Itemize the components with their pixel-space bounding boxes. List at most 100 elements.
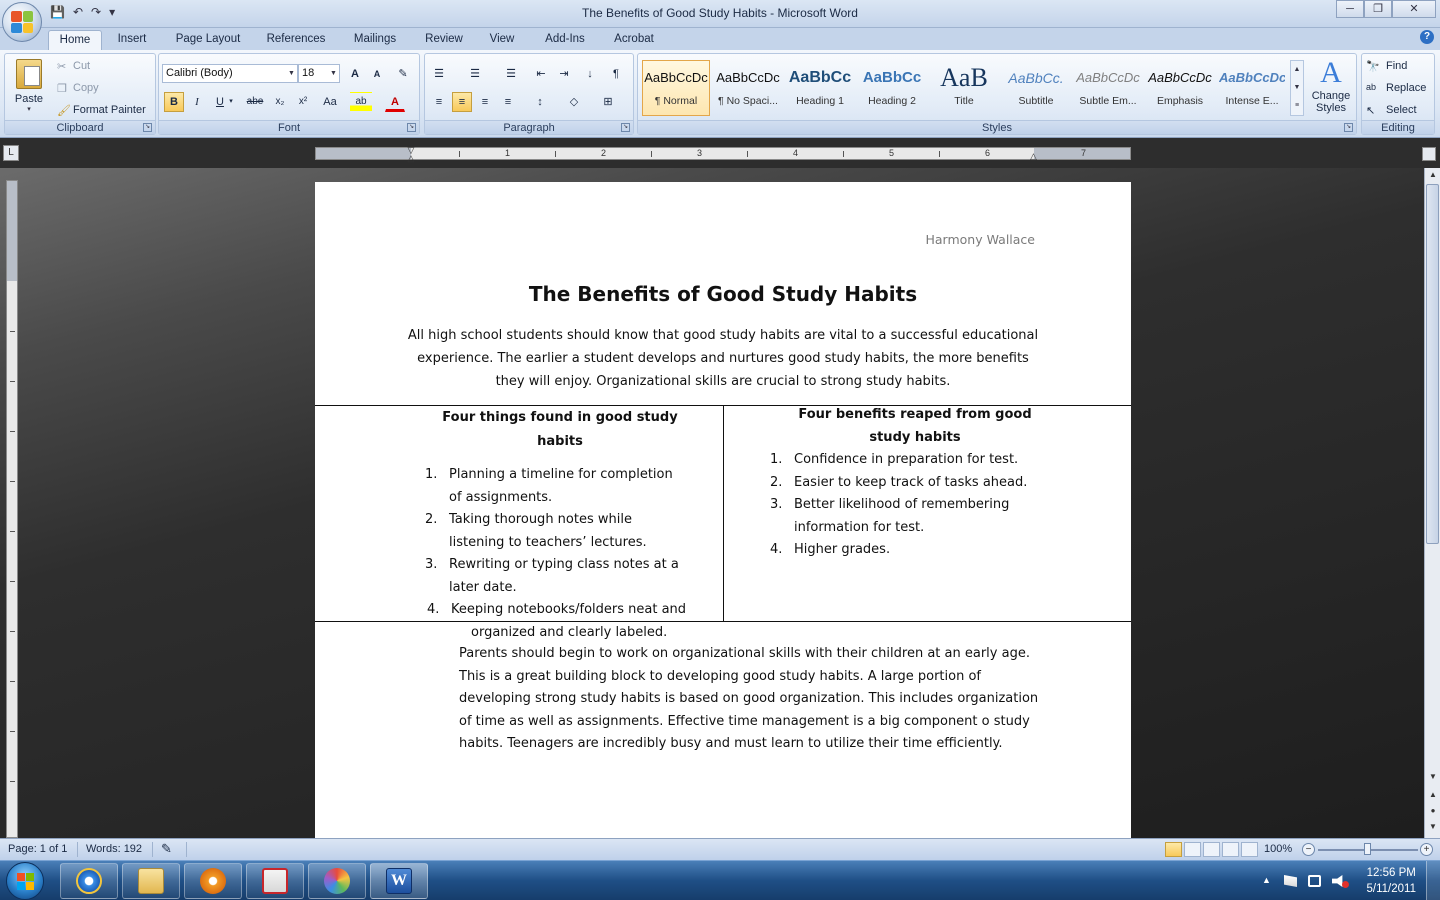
font-family-combo[interactable]: Calibri (Body) ▼ [162, 64, 298, 83]
paragraph-launcher-icon[interactable]: ↘ [621, 123, 630, 132]
find-button[interactable]: 🔭 Find [1366, 58, 1432, 76]
zoom-in-button[interactable]: + [1420, 843, 1433, 856]
change-case-button[interactable]: Aa [317, 92, 343, 112]
full-screen-reading-view-icon[interactable] [1184, 842, 1201, 857]
styles-gallery-scroll[interactable]: ▲ ▼ ≡ [1290, 60, 1304, 116]
scroll-up-icon[interactable]: ▲ [1426, 168, 1440, 182]
paste-button[interactable]: Paste ▾ [9, 57, 49, 119]
office-button[interactable] [2, 2, 42, 42]
zoom-out-button[interactable]: − [1302, 843, 1315, 856]
indent-marker-icon[interactable]: ▽ △ [406, 146, 416, 163]
vertical-ruler[interactable] [6, 180, 18, 838]
style-subtitle[interactable]: AaBbCc. Subtitle [1002, 60, 1070, 116]
font-launcher-icon[interactable]: ↘ [407, 123, 416, 132]
styles-launcher-icon[interactable]: ↘ [1344, 123, 1353, 132]
cut-button[interactable]: ✂ Cut [57, 58, 147, 76]
zoom-level[interactable]: 100% [1264, 843, 1292, 855]
clear-formatting-button[interactable]: ✎ [393, 64, 413, 84]
style-intense-emphasis[interactable]: AaBbCcDc Intense E... [1218, 60, 1286, 116]
underline-dropdown-icon[interactable]: ▾ [226, 92, 236, 112]
taskbar-word[interactable]: W [370, 863, 428, 899]
zoom-slider-thumb[interactable] [1364, 843, 1371, 855]
draft-view-icon[interactable] [1241, 842, 1258, 857]
close-button[interactable]: ✕ [1392, 0, 1436, 18]
numbering-button[interactable]: ☰ [465, 64, 485, 84]
grow-font-button[interactable]: A [345, 64, 365, 84]
bold-button[interactable]: B [164, 92, 184, 112]
format-painter-button[interactable]: 🖌 Format Painter [57, 102, 155, 120]
action-center-flag-icon[interactable] [1284, 875, 1297, 887]
borders-button[interactable]: ⊞ [595, 92, 621, 112]
tab-insert[interactable]: Insert [108, 30, 156, 50]
style-title[interactable]: AaB Title [930, 60, 998, 116]
page-count[interactable]: Page: 1 of 1 [8, 843, 67, 855]
taskbar-paint[interactable] [308, 863, 366, 899]
highlight-button[interactable]: ab [350, 92, 372, 112]
minimize-button[interactable]: ─ [1336, 0, 1364, 18]
vertical-scrollbar[interactable]: ▲ ▼ ▲ ● ▼ [1424, 168, 1440, 838]
style-normal[interactable]: AaBbCcDc ¶ Normal [642, 60, 710, 116]
gallery-down-icon[interactable]: ▼ [1291, 79, 1303, 97]
show-desktop-button[interactable] [1426, 861, 1440, 900]
right-indent-marker-icon[interactable]: △ [1030, 152, 1040, 161]
sort-button[interactable]: ↓ [580, 64, 600, 84]
style-subtle-emphasis[interactable]: AaBbCcDc Subtle Em... [1074, 60, 1142, 116]
show-hidden-icons-icon[interactable]: ▲ [1262, 875, 1275, 887]
tab-page-layout[interactable]: Page Layout [166, 30, 250, 50]
replace-button[interactable]: ab Replace [1366, 80, 1432, 98]
line-spacing-button[interactable]: ↕ [527, 92, 553, 112]
horizontal-ruler[interactable]: 1 2 3 4 5 6 7 ▽ △ △ [315, 146, 1131, 163]
tab-home[interactable]: Home [48, 30, 102, 50]
bullets-button[interactable]: ☰ [429, 64, 449, 84]
copy-button[interactable]: ❐ Copy [57, 80, 147, 98]
multilevel-list-button[interactable]: ☰ [501, 64, 521, 84]
clipboard-launcher-icon[interactable]: ↘ [143, 123, 152, 132]
tab-view[interactable]: View [480, 30, 524, 50]
decrease-indent-button[interactable]: ⇤ [531, 64, 551, 84]
previous-page-icon[interactable]: ▲ [1426, 788, 1440, 802]
taskbar-internet-explorer[interactable] [60, 863, 118, 899]
tab-review[interactable]: Review [416, 30, 472, 50]
align-center-button[interactable]: ≡ [452, 92, 472, 112]
increase-indent-button[interactable]: ⇥ [554, 64, 574, 84]
gallery-up-icon[interactable]: ▲ [1291, 61, 1303, 79]
tab-references[interactable]: References [258, 30, 334, 50]
select-button[interactable]: ↖ Select [1366, 102, 1432, 120]
outline-view-icon[interactable] [1222, 842, 1239, 857]
show-formatting-marks-button[interactable]: ¶ [606, 64, 626, 84]
taskbar-acrobat[interactable] [246, 863, 304, 899]
change-styles-button[interactable]: A Change Styles [1306, 56, 1356, 120]
align-right-button[interactable]: ≡ [475, 92, 495, 112]
taskbar-clock[interactable]: 12:56 PM 5/11/2011 [1367, 865, 1416, 897]
word-count[interactable]: Words: 192 [86, 843, 142, 855]
view-ruler-toggle-icon[interactable] [1422, 147, 1436, 161]
taskbar-explorer[interactable] [122, 863, 180, 899]
taskbar-media-player[interactable] [184, 863, 242, 899]
shrink-font-button[interactable]: A [367, 64, 387, 84]
help-icon[interactable]: ? [1420, 30, 1434, 44]
strikethrough-button[interactable]: abe [245, 92, 265, 112]
tab-mailings[interactable]: Mailings [343, 30, 407, 50]
tab-acrobat[interactable]: Acrobat [604, 30, 664, 50]
align-left-button[interactable]: ≡ [429, 92, 449, 112]
scroll-down-icon[interactable]: ▼ [1426, 770, 1440, 784]
proofing-icon[interactable]: ✎ [161, 841, 172, 857]
maximize-button[interactable]: ❐ [1364, 0, 1392, 18]
style-heading-2[interactable]: AaBbCc Heading 2 [858, 60, 926, 116]
browse-object-icon[interactable]: ● [1426, 804, 1440, 818]
scroll-thumb[interactable] [1426, 184, 1439, 544]
print-layout-view-icon[interactable] [1165, 842, 1182, 857]
superscript-button[interactable]: x² [293, 92, 313, 112]
font-color-button[interactable]: A [385, 92, 405, 112]
web-layout-view-icon[interactable] [1203, 842, 1220, 857]
style-no-spacing[interactable]: AaBbCcDc ¶ No Spaci... [714, 60, 782, 116]
subscript-button[interactable]: x₂ [270, 92, 290, 112]
justify-button[interactable]: ≡ [498, 92, 518, 112]
style-emphasis[interactable]: AaBbCcDc Emphasis [1146, 60, 1214, 116]
next-page-icon[interactable]: ▼ [1426, 820, 1440, 834]
start-button[interactable] [6, 862, 44, 900]
gallery-more-icon[interactable]: ≡ [1291, 97, 1303, 115]
tab-add-ins[interactable]: Add-Ins [535, 30, 595, 50]
tab-stop-selector[interactable]: L [3, 145, 19, 161]
document-page[interactable]: Harmony Wallace The Benefits of Good Stu… [315, 182, 1131, 838]
